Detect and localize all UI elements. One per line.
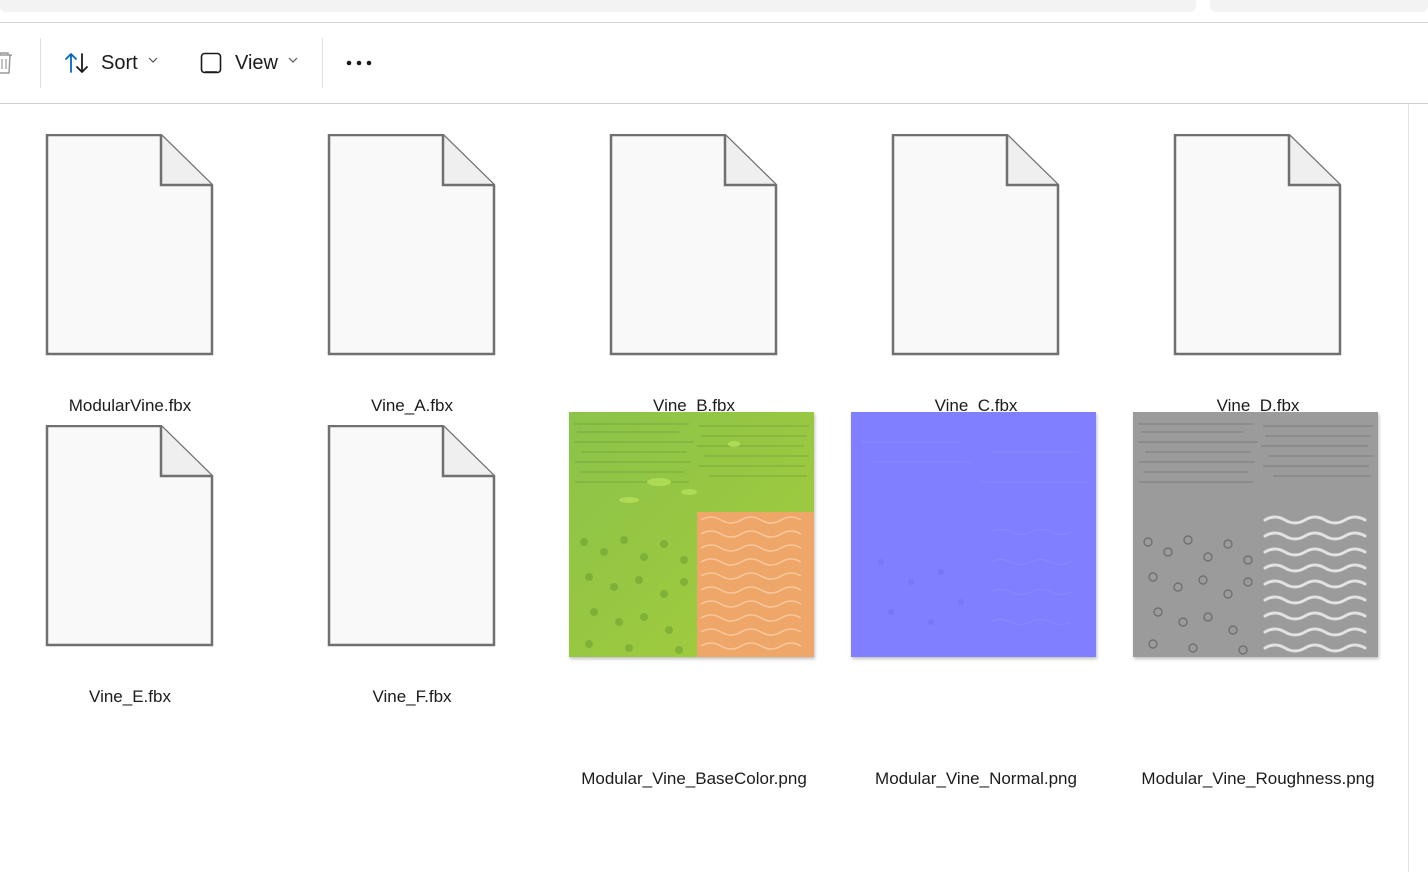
- file-name: Modular_Vine_Normal.png: [875, 769, 1077, 788]
- file-grid: ModularVine.fbx Vine_A.fbx Vine_B.fbx Vi…: [0, 104, 1408, 872]
- address-bar-strip: [0, 0, 1428, 23]
- chevron-down-icon: [288, 57, 298, 63]
- view-button[interactable]: View: [200, 43, 298, 83]
- generic-file-icon: [45, 134, 214, 356]
- image-item[interactable]: Modular_Vine_BaseColor.png: [549, 404, 814, 788]
- search-box[interactable]: [1210, 0, 1428, 12]
- file-item[interactable]: Vine_E.fbx: [0, 425, 260, 706]
- toolbar-divider: [40, 38, 41, 88]
- view-square-icon: [200, 52, 222, 74]
- generic-file-icon: [327, 134, 496, 356]
- file-name: Modular_Vine_Roughness.png: [1141, 769, 1375, 788]
- vertical-scrollbar[interactable]: [1408, 104, 1428, 872]
- sort-button[interactable]: Sort: [64, 43, 158, 83]
- file-item[interactable]: Vine_D.fbx: [1128, 134, 1388, 415]
- sort-arrows-icon: [65, 53, 88, 73]
- view-label: View: [235, 51, 278, 74]
- basecolor-texture-thumbnail: [569, 412, 814, 657]
- more-dots-icon: [346, 60, 372, 66]
- file-item[interactable]: ModularVine.fbx: [0, 134, 260, 415]
- delete-button[interactable]: [0, 43, 14, 83]
- trash-icon: [0, 52, 12, 74]
- file-item[interactable]: Vine_C.fbx: [846, 134, 1106, 415]
- generic-file-icon: [45, 425, 214, 647]
- command-bar: Sort View: [0, 23, 1428, 104]
- file-item[interactable]: Vine_A.fbx: [282, 134, 542, 415]
- chevron-down-icon: [148, 57, 158, 63]
- file-name: Vine_F.fbx: [372, 687, 452, 706]
- generic-file-icon: [327, 425, 496, 647]
- file-item[interactable]: Vine_F.fbx: [282, 425, 542, 706]
- image-item[interactable]: Modular_Vine_Normal.png: [831, 404, 1096, 788]
- more-options-button[interactable]: [345, 43, 373, 83]
- address-bar[interactable]: [0, 0, 1196, 12]
- normal-map-texture-thumbnail: [851, 412, 1096, 657]
- file-name: Vine_E.fbx: [89, 687, 171, 706]
- sort-label: Sort: [101, 51, 138, 74]
- file-item[interactable]: Vine_B.fbx: [564, 134, 824, 415]
- toolbar-divider: [322, 38, 323, 88]
- image-item[interactable]: Modular_Vine_Roughness.png: [1113, 404, 1378, 788]
- file-name: ModularVine.fbx: [68, 396, 192, 415]
- roughness-texture-thumbnail: [1133, 412, 1378, 657]
- generic-file-icon: [1173, 134, 1342, 356]
- file-name: Modular_Vine_BaseColor.png: [581, 769, 807, 788]
- file-name: Vine_A.fbx: [371, 396, 453, 415]
- generic-file-icon: [609, 134, 778, 356]
- generic-file-icon: [891, 134, 1060, 356]
